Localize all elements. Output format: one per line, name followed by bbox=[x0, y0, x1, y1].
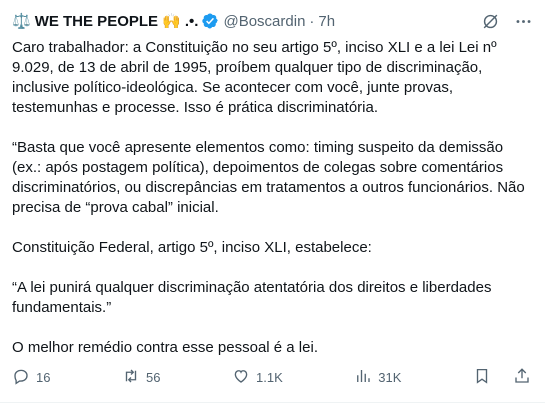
header-actions bbox=[481, 10, 533, 32]
share-icon bbox=[513, 367, 531, 388]
heart-icon bbox=[232, 367, 250, 388]
tweet-paragraph: “A lei punirá qualquer discriminação ate… bbox=[12, 279, 492, 316]
repost-icon bbox=[122, 367, 140, 388]
secondary-actions bbox=[473, 367, 531, 388]
reply-count: 16 bbox=[36, 369, 51, 385]
separator-dot: · bbox=[309, 12, 315, 30]
post-time[interactable]: 7h bbox=[318, 13, 335, 30]
like-button[interactable]: 1.1K bbox=[232, 367, 283, 388]
share-button[interactable] bbox=[513, 367, 531, 388]
tweet: ⚖️ WE THE PEOPLE 🙌 .•. @Boscardin · 7h C… bbox=[0, 0, 545, 403]
reply-icon bbox=[12, 367, 30, 388]
view-count: 31K bbox=[378, 369, 402, 385]
grok-icon[interactable] bbox=[481, 12, 500, 31]
tweet-actions: 16 56 1.1K 31K bbox=[12, 366, 531, 388]
tweet-paragraph: Caro trabalhador: a Constituição no seu … bbox=[12, 39, 497, 116]
author-handle[interactable]: @Boscardin bbox=[223, 13, 305, 30]
author-name-suffix: 🙌 .•. bbox=[162, 13, 199, 30]
tweet-paragraph: Constituição Federal, artigo 5º, inciso … bbox=[12, 239, 372, 256]
author-name-text: WE THE PEOPLE bbox=[34, 12, 159, 30]
repost-button[interactable]: 56 bbox=[122, 367, 160, 388]
repost-count: 56 bbox=[146, 369, 161, 385]
analytics-icon bbox=[354, 367, 372, 388]
tweet-body: Caro trabalhador: a Constituição no seu … bbox=[12, 38, 532, 358]
scales-emoji: ⚖️ bbox=[12, 13, 31, 30]
tweet-paragraph: O melhor remédio contra esse pessoal é a… bbox=[12, 339, 318, 356]
views-button[interactable]: 31K bbox=[354, 367, 401, 388]
bookmark-button[interactable] bbox=[473, 367, 491, 388]
like-count: 1.1K bbox=[256, 369, 283, 385]
more-options-icon[interactable] bbox=[514, 12, 533, 31]
verified-badge-icon bbox=[201, 12, 219, 30]
reply-button[interactable]: 16 bbox=[12, 367, 50, 388]
author-name[interactable]: ⚖️ WE THE PEOPLE 🙌 .•. bbox=[12, 12, 199, 31]
bookmark-icon bbox=[473, 367, 491, 388]
tweet-paragraph: “Basta que você apresente elementos como… bbox=[12, 139, 525, 216]
tweet-header: ⚖️ WE THE PEOPLE 🙌 .•. @Boscardin · 7h bbox=[12, 10, 533, 32]
